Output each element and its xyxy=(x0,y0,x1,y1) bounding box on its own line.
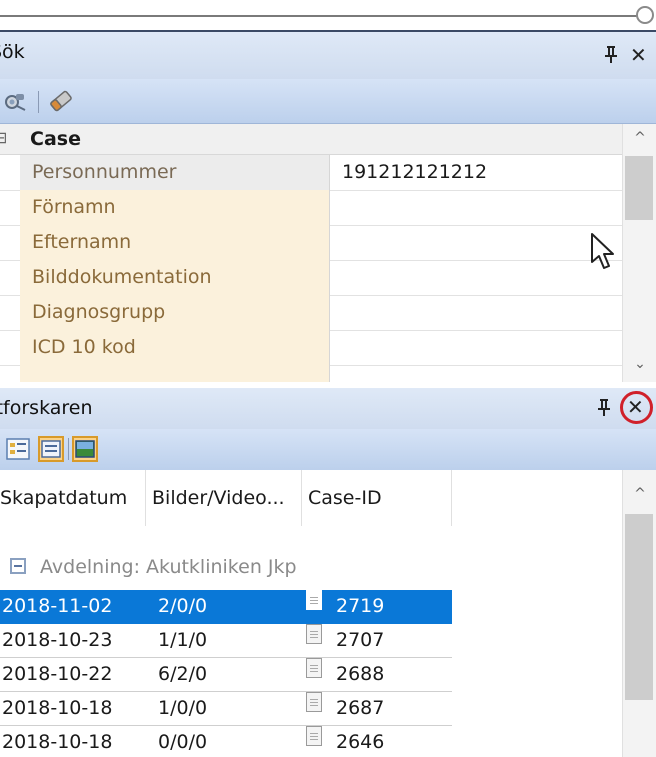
property-name: Efternamn xyxy=(20,225,330,260)
property-row-bilddokumentation[interactable]: Bilddokumentation xyxy=(0,260,622,296)
row-media: 2/0/0 xyxy=(158,595,208,617)
row-date: 2018-10-18 xyxy=(2,731,113,753)
property-name: Bilddokumentation xyxy=(20,260,330,295)
property-grid-scrollbar[interactable]: ^ ⌄ xyxy=(622,124,656,382)
explorer-panel-header: Jtforskaren ✕ xyxy=(0,388,656,430)
search-panel-title: Sök xyxy=(0,41,25,63)
toolbar-separator xyxy=(38,91,39,113)
row-media: 0/0/0 xyxy=(158,731,208,753)
property-name xyxy=(20,365,330,382)
row-date: 2018-11-02 xyxy=(2,595,113,617)
scroll-down-icon[interactable]: ⌄ xyxy=(623,356,656,372)
table-row[interactable]: 2018-11-02 2/0/0 2719 xyxy=(0,590,452,624)
search-panel-header: Sök ✕ xyxy=(0,32,656,80)
thumbnail-view-icon[interactable] xyxy=(72,436,98,462)
property-name: ICD 10 kod xyxy=(20,330,330,365)
column-header-media[interactable]: Bilder/Video... xyxy=(146,470,302,526)
row-case-id: 2687 xyxy=(336,697,385,719)
category-row[interactable]: ⊟ Case xyxy=(0,124,622,155)
pin-icon[interactable] xyxy=(604,45,618,67)
bilddokumentation-field[interactable] xyxy=(332,260,622,295)
explorer-list: Skapatdatum Bilder/Video... Case-ID Avde… xyxy=(0,470,622,757)
property-row-icd10[interactable]: ICD 10 kod xyxy=(0,330,622,366)
table-row[interactable]: 2018-10-22 6/2/0 2688 xyxy=(0,658,452,692)
row-media: 6/2/0 xyxy=(158,663,208,685)
document-icon xyxy=(306,590,322,610)
details-view-icon[interactable] xyxy=(38,436,64,462)
property-name: Diagnosgrupp xyxy=(20,295,330,330)
group-row[interactable]: Avdelning: Akutkliniken Jkp xyxy=(0,550,622,584)
row-date: 2018-10-18 xyxy=(2,697,113,719)
group-label: Avdelning: Akutkliniken Jkp xyxy=(40,556,297,578)
slider-handle[interactable] xyxy=(636,6,654,24)
slider-track[interactable] xyxy=(0,15,640,17)
search-binoculars-icon[interactable] xyxy=(4,90,26,112)
property-row-partial[interactable] xyxy=(0,365,622,382)
property-row-diagnosgrupp[interactable]: Diagnosgrupp xyxy=(0,295,622,331)
explorer-scrollbar[interactable]: ^ xyxy=(622,470,656,757)
tree-view-icon[interactable] xyxy=(6,438,30,460)
row-case-id: 2719 xyxy=(336,595,385,617)
explorer-toolbar xyxy=(0,429,656,471)
search-toolbar xyxy=(0,79,656,124)
table-row[interactable]: 2018-10-18 0/0/0 2646 xyxy=(0,726,452,757)
row-case-id: 2688 xyxy=(336,663,385,685)
column-header-case-id[interactable]: Case-ID xyxy=(302,470,452,526)
property-row-efternamn[interactable]: Efternamn xyxy=(0,225,622,261)
close-icon[interactable]: ✕ xyxy=(627,395,644,419)
property-row-personnummer[interactable]: Personnummer 191212121212 xyxy=(0,155,622,191)
eraser-icon[interactable] xyxy=(48,90,72,112)
fornamn-field[interactable] xyxy=(332,190,622,225)
pin-icon[interactable] xyxy=(597,398,611,420)
property-grid: ⊟ Case Personnummer 191212121212 Förnamn… xyxy=(0,124,622,382)
explorer-panel-title: Jtforskaren xyxy=(0,397,93,419)
row-media: 1/1/0 xyxy=(158,629,208,651)
document-icon xyxy=(306,692,322,712)
collapse-icon[interactable]: ⊟ xyxy=(0,128,7,147)
row-date: 2018-10-22 xyxy=(2,663,113,685)
row-case-id: 2707 xyxy=(336,629,385,651)
collapse-icon[interactable] xyxy=(10,558,26,574)
row-date: 2018-10-23 xyxy=(2,629,113,651)
category-label: Case xyxy=(30,128,81,150)
property-name: Personnummer xyxy=(20,155,330,190)
column-header-skapatdatum[interactable]: Skapatdatum xyxy=(0,470,146,526)
row-case-id: 2646 xyxy=(336,731,385,753)
scroll-up-icon[interactable]: ^ xyxy=(623,130,656,146)
document-icon xyxy=(306,624,322,644)
icd10-field[interactable] xyxy=(332,330,622,365)
property-name: Förnamn xyxy=(20,190,330,225)
close-icon[interactable]: ✕ xyxy=(630,43,647,67)
table-row[interactable]: 2018-10-18 1/0/0 2687 xyxy=(0,692,452,726)
scroll-up-icon[interactable]: ^ xyxy=(623,486,656,502)
scrollbar-thumb[interactable] xyxy=(625,156,653,220)
row-media: 1/0/0 xyxy=(158,697,208,719)
personnummer-field[interactable]: 191212121212 xyxy=(332,155,622,190)
efternamn-field[interactable] xyxy=(332,225,622,260)
diagnosgrupp-field[interactable] xyxy=(332,295,622,330)
table-row[interactable]: 2018-10-23 1/1/0 2707 xyxy=(0,624,452,658)
property-row-fornamn[interactable]: Förnamn xyxy=(0,190,622,226)
document-icon xyxy=(306,726,322,746)
mouse-cursor-icon xyxy=(590,232,616,277)
document-icon xyxy=(306,658,322,678)
scrollbar-thumb[interactable] xyxy=(625,514,653,700)
toolbar-separator xyxy=(68,438,69,460)
